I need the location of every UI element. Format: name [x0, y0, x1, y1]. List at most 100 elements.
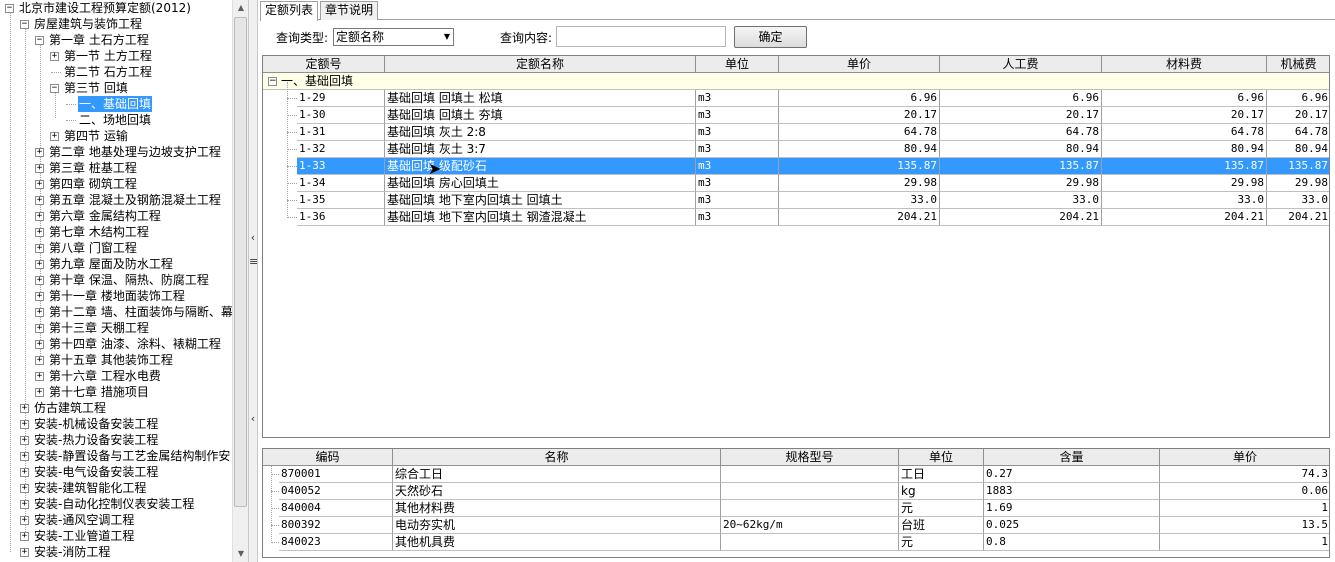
- tree-node[interactable]: + 第七章 木结构工程: [0, 224, 232, 240]
- column-header[interactable]: 单价: [1160, 449, 1329, 466]
- tree-node[interactable]: + 仿古建筑工程: [0, 400, 232, 416]
- panel-splitter[interactable]: ‹ ≡ ‹: [248, 0, 258, 562]
- scroll-up-arrow-icon[interactable]: ▲: [233, 0, 249, 16]
- tree-node[interactable]: + 第九章 屋面及防水工程: [0, 256, 232, 272]
- tree-node[interactable]: 第二节 石方工程: [0, 64, 232, 80]
- table-row[interactable]: 1-32 基础回填 灰土 3:7 m3 80.94 80.94 80.94 80.94: [263, 141, 1329, 158]
- tree-node[interactable]: − 房屋建筑与装饰工程: [0, 16, 232, 32]
- tree-node[interactable]: + 第四章 砌筑工程: [0, 176, 232, 192]
- column-header[interactable]: 定额名称: [385, 56, 696, 73]
- expand-icon[interactable]: +: [35, 324, 44, 333]
- group-row[interactable]: − 一、基础回填: [263, 73, 1329, 90]
- column-header[interactable]: 含量: [984, 449, 1160, 466]
- expand-icon[interactable]: +: [35, 180, 44, 189]
- collapse-icon[interactable]: −: [50, 84, 59, 93]
- tree-node[interactable]: + 第二章 地基处理与边坡支护工程: [0, 144, 232, 160]
- expand-icon[interactable]: +: [35, 308, 44, 317]
- column-header[interactable]: 定额号: [263, 56, 385, 73]
- tree-node[interactable]: + 第十七章 措施项目: [0, 384, 232, 400]
- tree-node[interactable]: + 第十五章 其他装饰工程: [0, 352, 232, 368]
- query-content-input[interactable]: [556, 26, 726, 47]
- expand-icon[interactable]: +: [35, 228, 44, 237]
- expand-icon[interactable]: +: [35, 260, 44, 269]
- quota-grid[interactable]: 定额号 定额名称 单位 单价 人工费 材料费 机械费 − 一、基础回填 1-29 基础回填 回…: [262, 55, 1330, 438]
- scroll-thumb[interactable]: [234, 17, 247, 507]
- tree-node[interactable]: + 第四节 运输: [0, 128, 232, 144]
- expand-icon[interactable]: +: [50, 52, 59, 61]
- column-header[interactable]: 人工费: [940, 56, 1102, 73]
- table-row[interactable]: 1-31 基础回填 灰土 2:8 m3 64.78 64.78 64.78 64.78: [263, 124, 1329, 141]
- tree-node[interactable]: + 第十六章 工程水电费: [0, 368, 232, 384]
- tree-node[interactable]: − 北京市建设工程预算定额(2012): [0, 0, 232, 16]
- tree-node[interactable]: + 第五章 混凝土及钢筋混凝土工程: [0, 192, 232, 208]
- tree-node[interactable]: 二、场地回填: [0, 112, 232, 128]
- tree-node[interactable]: + 第十三章 天棚工程: [0, 320, 232, 336]
- tree-node[interactable]: + 第十一章 楼地面装饰工程: [0, 288, 232, 304]
- chevron-down-icon[interactable]: ▼: [444, 29, 450, 45]
- expand-icon[interactable]: +: [20, 420, 29, 429]
- expand-icon[interactable]: +: [20, 516, 29, 525]
- column-header[interactable]: 单价: [779, 56, 940, 73]
- expand-icon[interactable]: +: [20, 532, 29, 541]
- tree-node[interactable]: + 第十二章 墙、柱面装饰与隔断、幕: [0, 304, 232, 320]
- expand-icon[interactable]: +: [35, 340, 44, 349]
- expand-icon[interactable]: +: [35, 356, 44, 365]
- table-row[interactable]: 800392 电动夯实机 20~62kg/m 台班 0.025 13.5: [263, 517, 1329, 534]
- tree-node[interactable]: + 第十四章 油漆、涂料、裱糊工程: [0, 336, 232, 352]
- tree-node[interactable]: + 安装-建筑智能化工程: [0, 480, 232, 496]
- table-row[interactable]: 1-30 基础回填 回填土 夯填 m3 20.17 20.17 20.17 20.17: [263, 107, 1329, 124]
- expand-icon[interactable]: +: [20, 452, 29, 461]
- tree-node[interactable]: + 安装-消防工程: [0, 544, 232, 560]
- table-row[interactable]: 840004 其他材料费 元 1.69 1: [263, 500, 1329, 517]
- collapse-icon[interactable]: −: [5, 4, 14, 13]
- resource-grid[interactable]: 编码 名称 规格型号 单位 含量 单价 870001 综合工日 工日 0.27 74.3 04005…: [262, 448, 1330, 558]
- expand-icon[interactable]: +: [35, 148, 44, 157]
- table-row[interactable]: 1-36 基础回填 地下室内回填土 钢渣混凝土 m3 204.21 204.21 204.…: [263, 209, 1329, 226]
- tree-node[interactable]: + 第八章 门窗工程: [0, 240, 232, 256]
- tree-node[interactable]: + 安装-自动化控制仪表安装工程: [0, 496, 232, 512]
- expand-icon[interactable]: +: [35, 196, 44, 205]
- table-row[interactable]: 1-33 基础回填 级配砂石 m3 135.87 135.87 135.87 135.87: [263, 158, 1329, 175]
- quota-tree[interactable]: − 北京市建设工程预算定额(2012) − 房屋建筑与装饰工程 − 第一章 土石方工程 + 第…: [0, 0, 232, 562]
- expand-icon[interactable]: +: [35, 372, 44, 381]
- column-header[interactable]: 名称: [393, 449, 721, 466]
- confirm-button[interactable]: 确定: [734, 26, 807, 48]
- tab-chapter-notes[interactable]: 章节说明: [320, 1, 379, 20]
- tree-node[interactable]: + 安装-机械设备安装工程: [0, 416, 232, 432]
- expand-icon[interactable]: +: [35, 276, 44, 285]
- table-row[interactable]: 840023 其他机具费 元 0.8 1: [263, 534, 1329, 551]
- tree-node[interactable]: + 第三章 桩基工程: [0, 160, 232, 176]
- collapse-icon[interactable]: −: [35, 36, 44, 45]
- tree-node[interactable]: + 安装-工业管道工程: [0, 528, 232, 544]
- collapse-toggle-icon[interactable]: −: [268, 77, 277, 86]
- column-header[interactable]: 材料费: [1102, 56, 1267, 73]
- expand-icon[interactable]: +: [35, 292, 44, 301]
- expand-icon[interactable]: +: [20, 436, 29, 445]
- column-header[interactable]: 单位: [899, 449, 984, 466]
- collapse-left-icon[interactable]: ‹: [249, 232, 257, 244]
- tree-node[interactable]: + 安装-静置设备与工艺金属结构制作安: [0, 448, 232, 464]
- expand-icon[interactable]: +: [20, 404, 29, 413]
- query-type-select[interactable]: 定额名称 ▼: [333, 28, 454, 46]
- expand-icon[interactable]: +: [35, 388, 44, 397]
- tree-node[interactable]: − 第一章 土石方工程: [0, 32, 232, 48]
- table-row[interactable]: 1-34 基础回填 房心回填土 m3 29.98 29.98 29.98 29.98: [263, 175, 1329, 192]
- tree-node[interactable]: − 第三节 回填: [0, 80, 232, 96]
- scroll-down-arrow-icon[interactable]: ▼: [233, 546, 249, 562]
- column-header[interactable]: 规格型号: [721, 449, 899, 466]
- tree-node[interactable]: + 第六章 金属结构工程: [0, 208, 232, 224]
- expand-icon[interactable]: +: [20, 500, 29, 509]
- tree-node[interactable]: + 安装-电气设备安装工程: [0, 464, 232, 480]
- table-row[interactable]: 1-35 基础回填 地下室内回填土 回填土 m3 33.0 33.0 33.0 33.0: [263, 192, 1329, 209]
- tree-node[interactable]: 一、基础回填: [0, 96, 232, 112]
- table-row[interactable]: 1-29 基础回填 回填土 松填 m3 6.96 6.96 6.96 6.96: [263, 90, 1329, 107]
- collapse-left-icon-2[interactable]: ‹: [249, 413, 257, 425]
- tab-quota-list[interactable]: 定额列表: [260, 1, 319, 21]
- tree-node[interactable]: + 第十章 保温、隔热、防腐工程: [0, 272, 232, 288]
- column-header[interactable]: 编码: [263, 449, 393, 466]
- column-header[interactable]: 单位: [696, 56, 779, 73]
- collapse-icon[interactable]: −: [20, 20, 29, 29]
- expand-icon[interactable]: +: [20, 484, 29, 493]
- tree-node[interactable]: + 第一节 土方工程: [0, 48, 232, 64]
- tree-node[interactable]: + 安装-通风空调工程: [0, 512, 232, 528]
